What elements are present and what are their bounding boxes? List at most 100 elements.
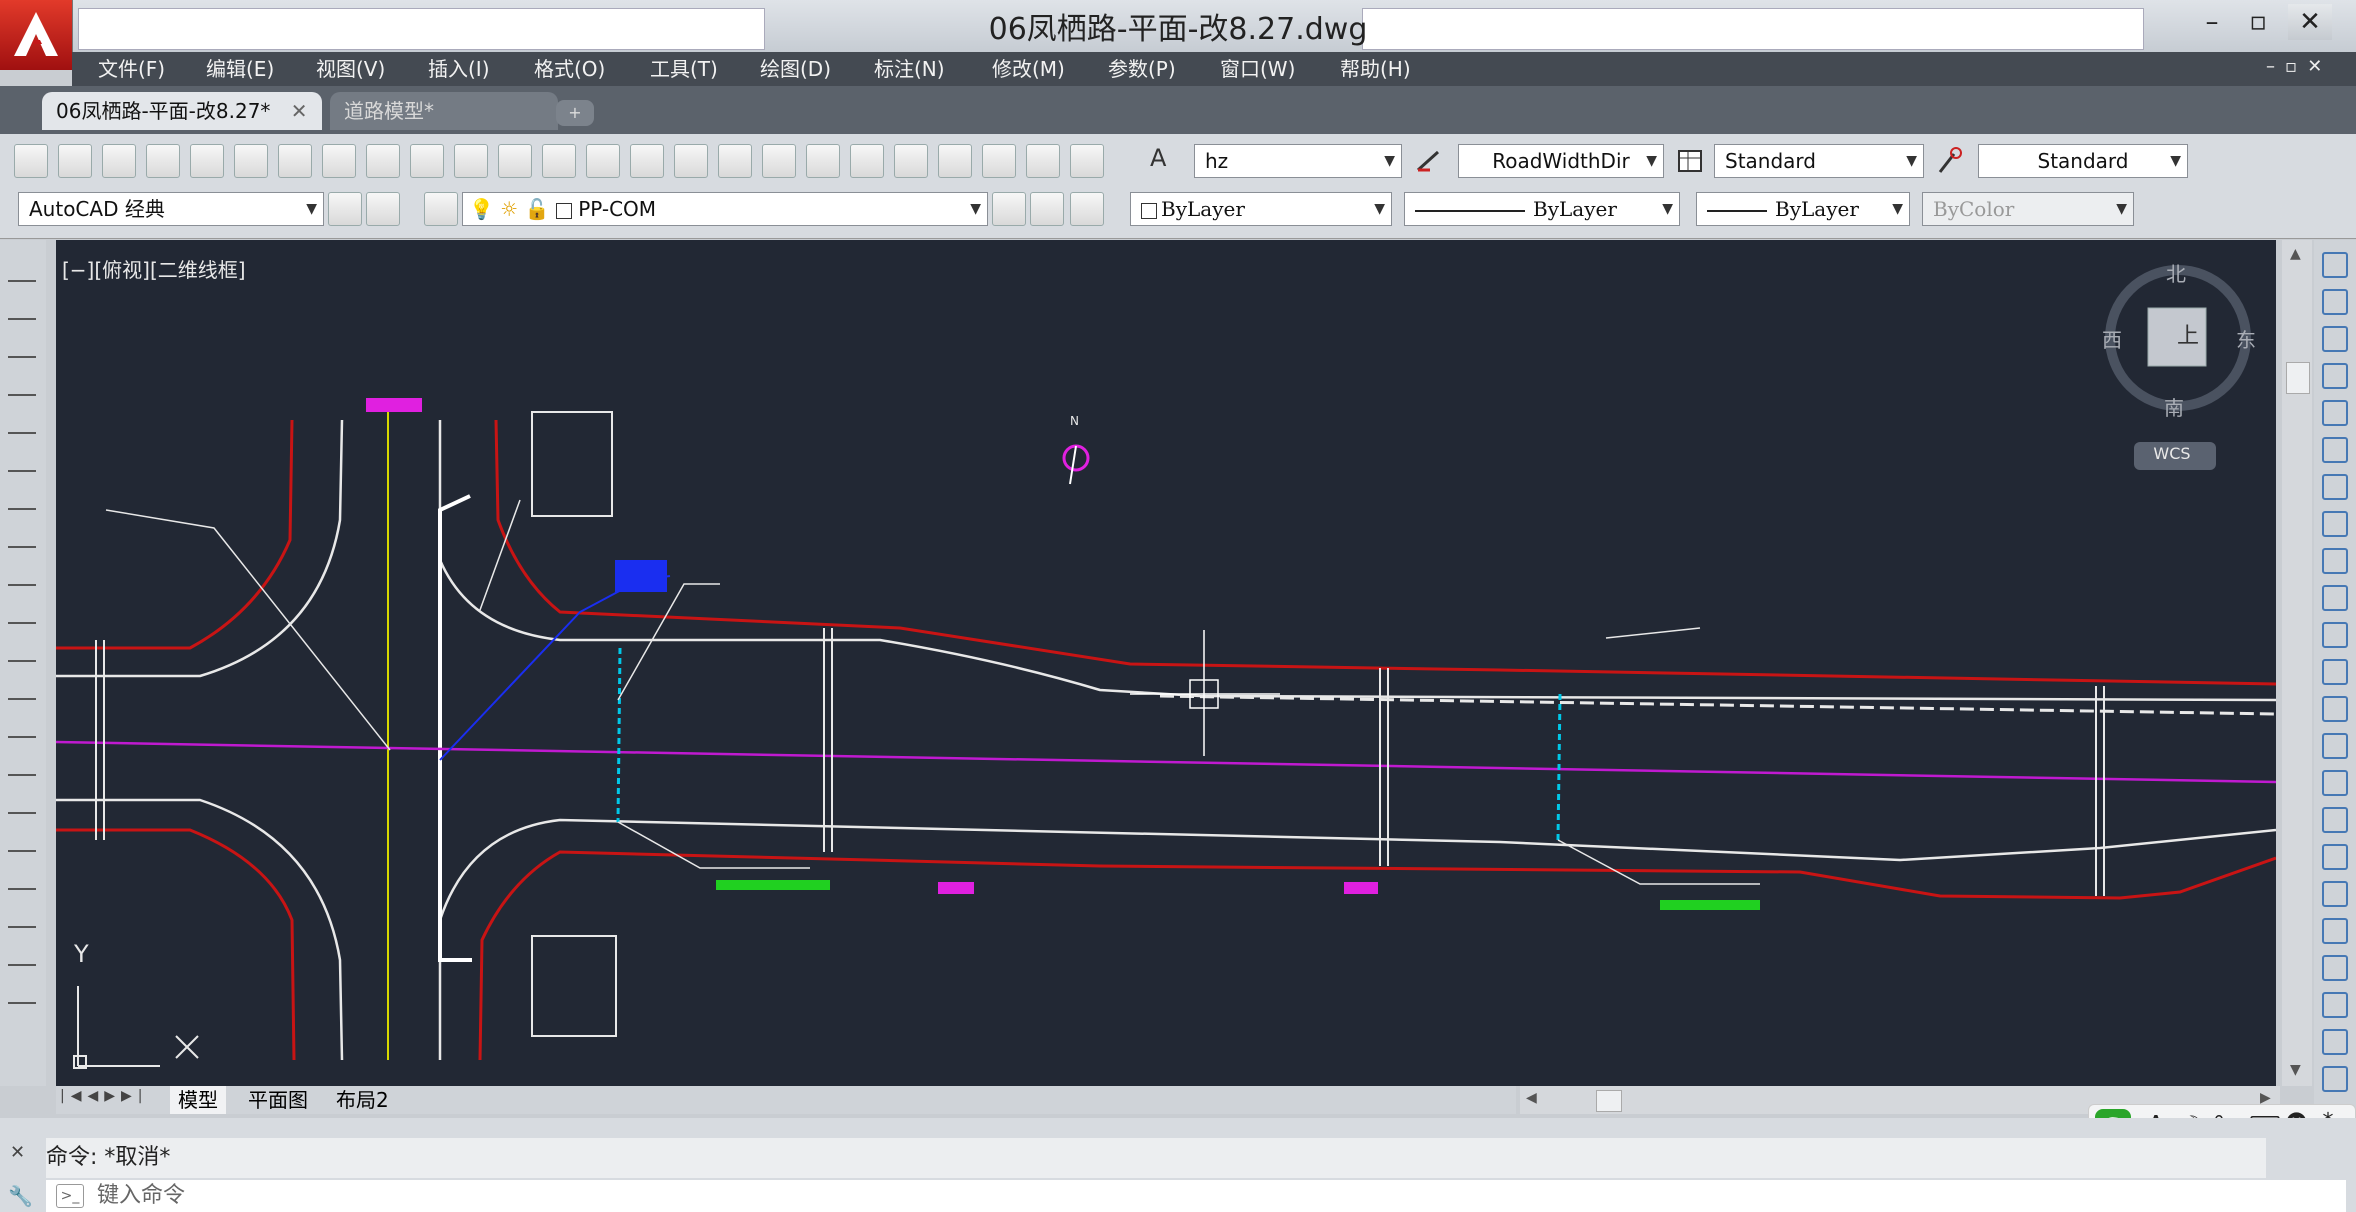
tool-palettes-icon[interactable] (894, 144, 928, 178)
break-icon[interactable] (2322, 696, 2348, 722)
spline-icon[interactable] (8, 556, 36, 586)
bring-front-icon[interactable] (2322, 955, 2348, 981)
command-close-icon[interactable]: ✕ (10, 1142, 25, 1163)
zoom-previous-icon[interactable] (762, 144, 796, 178)
send-back-icon[interactable] (2322, 992, 2348, 1018)
add-selected-icon[interactable] (8, 974, 36, 1004)
zoom-realtime-icon[interactable] (674, 144, 708, 178)
insert-block-icon[interactable] (8, 670, 36, 700)
undo-icon[interactable] (542, 144, 576, 178)
paste-icon[interactable] (410, 144, 444, 178)
layer-select[interactable]: 💡 ☼ 🔓 PP-COM ▼ (462, 192, 988, 226)
viewport-controls-label[interactable]: [−][俯视][二维线框] (62, 254, 246, 283)
cut-icon[interactable] (322, 144, 356, 178)
draw-order-icon[interactable] (2322, 918, 2348, 944)
fillet-icon[interactable] (2322, 807, 2348, 833)
tab-plan[interactable]: 平面图 (240, 1086, 316, 1114)
color-select[interactable]: ByLayer ▼ (1130, 192, 1392, 226)
quickcalc-icon[interactable] (1026, 144, 1060, 178)
maximize-button[interactable]: ▫ (2236, 4, 2280, 40)
mirror-icon[interactable] (2322, 326, 2348, 352)
polygon-icon[interactable] (8, 366, 36, 396)
compass-east[interactable]: 东 (2236, 324, 2256, 353)
trim-icon[interactable] (2322, 585, 2348, 611)
layer-state-icon[interactable] (1070, 192, 1104, 226)
quick-access-area[interactable] (78, 8, 765, 50)
help-icon[interactable] (1070, 144, 1104, 178)
ellipse-icon[interactable] (8, 594, 36, 624)
viewcube-top-label[interactable]: 上 (2168, 318, 2208, 350)
properties-icon[interactable] (806, 144, 840, 178)
hatch-icon[interactable] (8, 784, 36, 814)
chamfer-icon[interactable] (2322, 770, 2348, 796)
make-block-icon[interactable] (8, 708, 36, 738)
offset-icon[interactable] (2322, 363, 2348, 389)
menu-tools[interactable]: 工具(T) (650, 54, 718, 84)
menu-insert[interactable]: 插入(I) (428, 54, 490, 84)
markup-icon[interactable] (982, 144, 1016, 178)
block-editor-icon[interactable] (498, 144, 532, 178)
stretch-icon[interactable] (2322, 548, 2348, 574)
linetype-select[interactable]: ByLayer ▼ (1404, 192, 1680, 226)
menu-modify[interactable]: 修改(M) (992, 54, 1065, 84)
extend-icon[interactable] (2322, 622, 2348, 648)
text-style-select[interactable]: hz ▼ (1194, 144, 1402, 178)
explode-icon[interactable] (2322, 881, 2348, 907)
layer-properties-icon[interactable] (424, 192, 458, 226)
menu-window[interactable]: 窗口(W) (1220, 54, 1295, 84)
menu-dimension[interactable]: 标注(N) (874, 54, 945, 84)
new-icon[interactable] (14, 144, 48, 178)
design-center-icon[interactable] (850, 144, 884, 178)
dim-style-select[interactable]: RoadWidthDir ▼ (1458, 144, 1664, 178)
save-icon[interactable] (102, 144, 136, 178)
hatch-back-icon[interactable] (2322, 1066, 2348, 1092)
publish-icon[interactable] (234, 144, 268, 178)
new-tab-button[interactable]: + (556, 100, 594, 126)
array-icon[interactable] (2322, 400, 2348, 426)
gradient-icon[interactable] (8, 822, 36, 852)
copy-object-icon[interactable] (2322, 289, 2348, 315)
pan-icon[interactable] (630, 144, 664, 178)
customize-icon[interactable] (366, 192, 400, 226)
ellipse-arc-icon[interactable] (8, 632, 36, 662)
print-icon[interactable] (146, 144, 180, 178)
autocad-logo-icon[interactable] (0, 0, 73, 70)
table-style-select[interactable]: Standard ▼ (1714, 144, 1924, 178)
info-center-search[interactable] (1362, 8, 2144, 50)
revision-cloud-icon[interactable] (8, 518, 36, 548)
multileader-style-select[interactable]: Standard ▼ (1978, 144, 2188, 178)
rotate-icon[interactable] (2322, 474, 2348, 500)
rectangle-icon[interactable] (8, 404, 36, 434)
lineweight-select[interactable]: ByLayer ▼ (1696, 192, 1910, 226)
sheet-set-icon[interactable] (938, 144, 972, 178)
menu-file[interactable]: 文件(F) (98, 54, 165, 84)
erase-icon[interactable] (2322, 252, 2348, 278)
command-input[interactable]: >_ 键入命令 (46, 1180, 2346, 1212)
layout-nav-arrows[interactable]: |◀◀▶▶| (60, 1088, 149, 1104)
vertical-scroll-thumb[interactable] (2286, 362, 2310, 394)
move-icon[interactable] (2322, 437, 2348, 463)
polyline-icon[interactable] (8, 328, 36, 358)
table-icon[interactable] (8, 898, 36, 928)
wcs-label[interactable]: WCS (2142, 444, 2202, 463)
close-tab-icon[interactable]: ✕ (291, 99, 308, 123)
menu-format[interactable]: 格式(O) (534, 54, 605, 84)
horizontal-scroll-thumb[interactable] (1596, 1090, 1622, 1112)
region-icon[interactable] (8, 860, 36, 890)
line-icon[interactable] (8, 252, 36, 282)
close-button[interactable]: ✕ (2288, 4, 2332, 40)
match-properties-icon[interactable] (454, 144, 488, 178)
workspace-settings-icon[interactable] (328, 192, 362, 226)
circle-icon[interactable] (8, 480, 36, 510)
compass-south[interactable]: 南 (2164, 392, 2184, 421)
arc-icon[interactable] (8, 442, 36, 472)
vertical-scrollbar[interactable]: ▲ ▼ (2282, 240, 2312, 1086)
point-icon[interactable] (8, 746, 36, 776)
text-front-icon[interactable] (2322, 1029, 2348, 1055)
break-at-point-icon[interactable] (2322, 659, 2348, 685)
menu-draw[interactable]: 绘图(D) (760, 54, 831, 84)
tab-model[interactable]: 模型 (170, 1086, 226, 1114)
layer-previous-icon[interactable] (1030, 192, 1064, 226)
compass-north[interactable]: 北 (2166, 258, 2186, 287)
blend-curves-icon[interactable] (2322, 844, 2348, 870)
